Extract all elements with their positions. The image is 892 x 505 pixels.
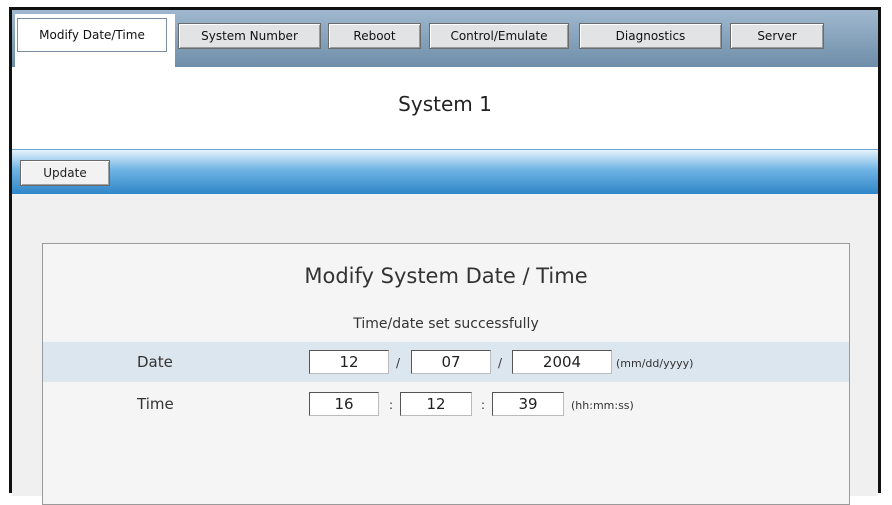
tab-reboot[interactable]: Reboot	[328, 23, 421, 49]
date-label: Date	[137, 353, 173, 371]
status-message: Time/date set successfully	[353, 316, 539, 332]
time-separator: :	[481, 398, 486, 412]
tab-diagnostics[interactable]: Diagnostics	[579, 23, 722, 49]
panel-title: Modify System Date / Time	[304, 264, 588, 288]
tab-modify-date-time[interactable]: Modify Date/Time	[17, 18, 167, 52]
update-button[interactable]: Update	[20, 160, 110, 186]
tab-bar: Modify Date/Time System Number Reboot Co…	[12, 10, 878, 96]
time-row: Time 16 : 12 : 39 (hh:mm:ss)	[43, 384, 849, 424]
year-input[interactable]: 2004	[512, 350, 612, 374]
minute-input[interactable]: 12	[400, 392, 472, 416]
hour-input[interactable]: 16	[309, 392, 379, 416]
time-label: Time	[137, 395, 174, 413]
date-separator: /	[498, 356, 503, 370]
second-input[interactable]: 39	[492, 392, 564, 416]
app-frame: Modify Date/Time System Number Reboot Co…	[9, 7, 881, 505]
time-separator: :	[389, 398, 394, 412]
time-format-hint: (hh:mm:ss)	[571, 399, 634, 412]
date-format-hint: (mm/dd/yyyy)	[616, 357, 694, 370]
tab-system-number[interactable]: System Number	[178, 23, 321, 49]
date-separator: /	[396, 356, 401, 370]
modify-date-time-panel: Modify System Date / Time Time/date set …	[42, 243, 850, 505]
day-input[interactable]: 07	[411, 350, 491, 374]
content-area: Modify System Date / Time Time/date set …	[12, 194, 878, 505]
update-toolbar: Update	[12, 149, 878, 195]
month-input[interactable]: 12	[309, 350, 389, 374]
date-row: Date 12 / 07 / 2004 (mm/dd/yyyy)	[43, 342, 849, 382]
tab-control-emulate[interactable]: Control/Emulate	[429, 23, 569, 49]
tab-server[interactable]: Server	[730, 23, 824, 49]
